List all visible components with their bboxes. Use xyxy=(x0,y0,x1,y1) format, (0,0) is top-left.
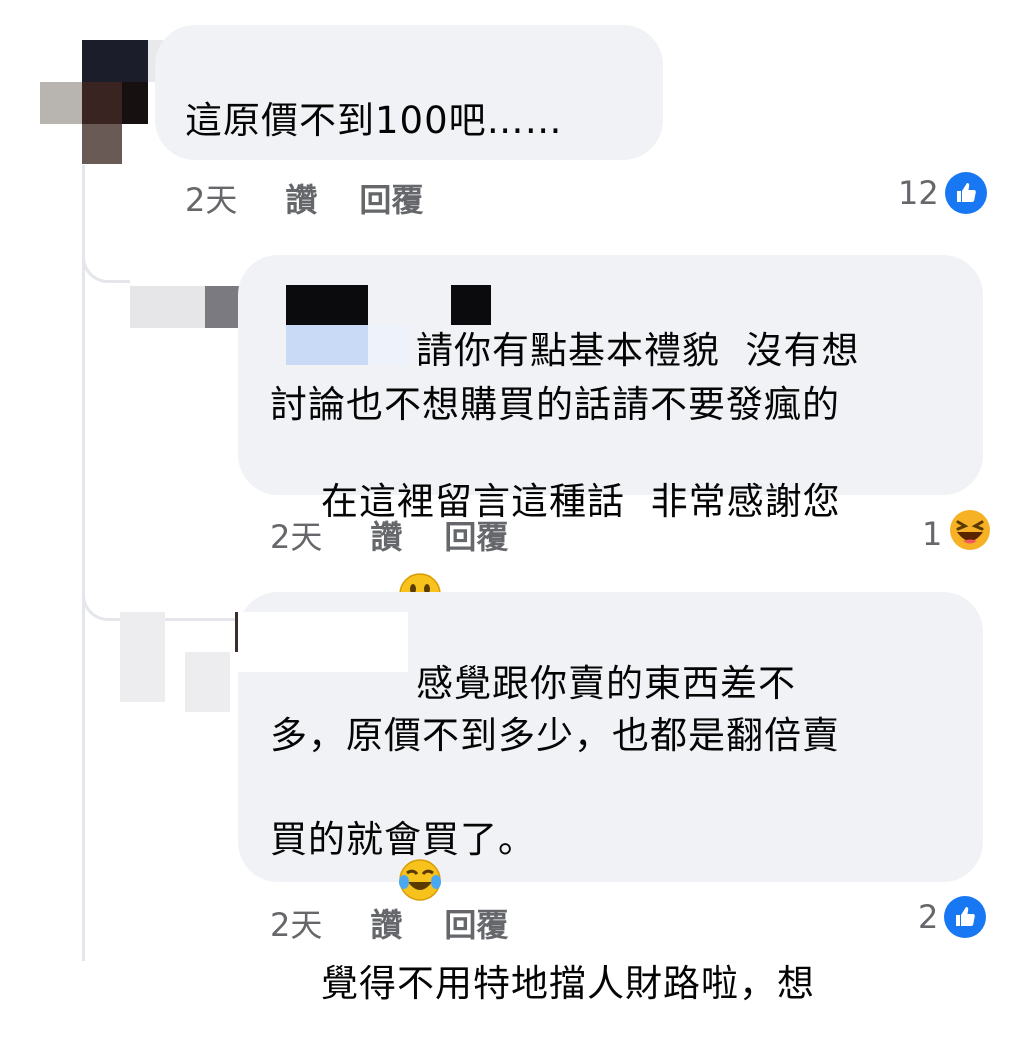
comment-bubble[interactable]: 這原價不到100吧…… xyxy=(155,25,663,160)
comment-text-line: 買的就會買了。 xyxy=(270,818,536,861)
comment-text-line: 感覺跟你賣的東西差不 xyxy=(416,662,796,705)
comment-time[interactable]: 2天 xyxy=(185,175,237,221)
comment-text: 這原價不到100吧…… xyxy=(185,99,563,142)
comment-bubble[interactable]: 請你有點基本禮貌 沒有想 討論也不想購買的話請不要發瘋的 在這裡留言這種話 非常… xyxy=(238,255,983,615)
comment-actions: 2天 讚 回覆 xyxy=(185,175,423,221)
comment-actions: 2天 讚 回覆 xyxy=(270,512,508,558)
comment-text-line: 多，原價不到多少，也都是翻倍賣 xyxy=(270,714,840,757)
reply-button[interactable]: 回覆 xyxy=(444,900,508,946)
like-button[interactable]: 讚 xyxy=(370,900,402,946)
reaction-summary[interactable]: 1 xyxy=(922,508,992,560)
like-icon xyxy=(944,172,987,214)
comment-actions: 2天 讚 回覆 xyxy=(270,900,508,946)
reaction-summary[interactable]: 12 xyxy=(898,172,987,214)
avatar[interactable] xyxy=(40,40,188,165)
comment-time[interactable]: 2天 xyxy=(270,512,322,558)
reaction-count: 1 xyxy=(922,515,943,553)
like-button[interactable]: 讚 xyxy=(370,512,402,558)
like-icon xyxy=(944,896,987,938)
reply-button[interactable]: 回覆 xyxy=(359,175,423,221)
comment-text-line: 討論也不想購買的話請不要發瘋的 xyxy=(270,383,840,426)
commenter-name[interactable] xyxy=(238,612,408,672)
comment-bubble[interactable]: 感覺跟你賣的東西差不 多，原價不到多少，也都是翻倍賣 覺得不用特地擋人財路啦，想… xyxy=(238,592,983,1005)
comment-text-segment: 覺得不用特地擋人財路啦，想 xyxy=(321,962,816,1005)
comment-text-line: 請你有點基本禮貌 沒有想 xyxy=(416,329,860,372)
reaction-count: 2 xyxy=(918,898,939,936)
reaction-summary[interactable]: 2 xyxy=(918,896,987,938)
reply-button[interactable]: 回覆 xyxy=(444,512,508,558)
haha-icon xyxy=(948,508,992,560)
commenter-name[interactable] xyxy=(185,43,365,79)
comment-time[interactable]: 2天 xyxy=(270,900,322,946)
like-button[interactable]: 讚 xyxy=(285,175,317,221)
reaction-count: 12 xyxy=(898,174,939,212)
